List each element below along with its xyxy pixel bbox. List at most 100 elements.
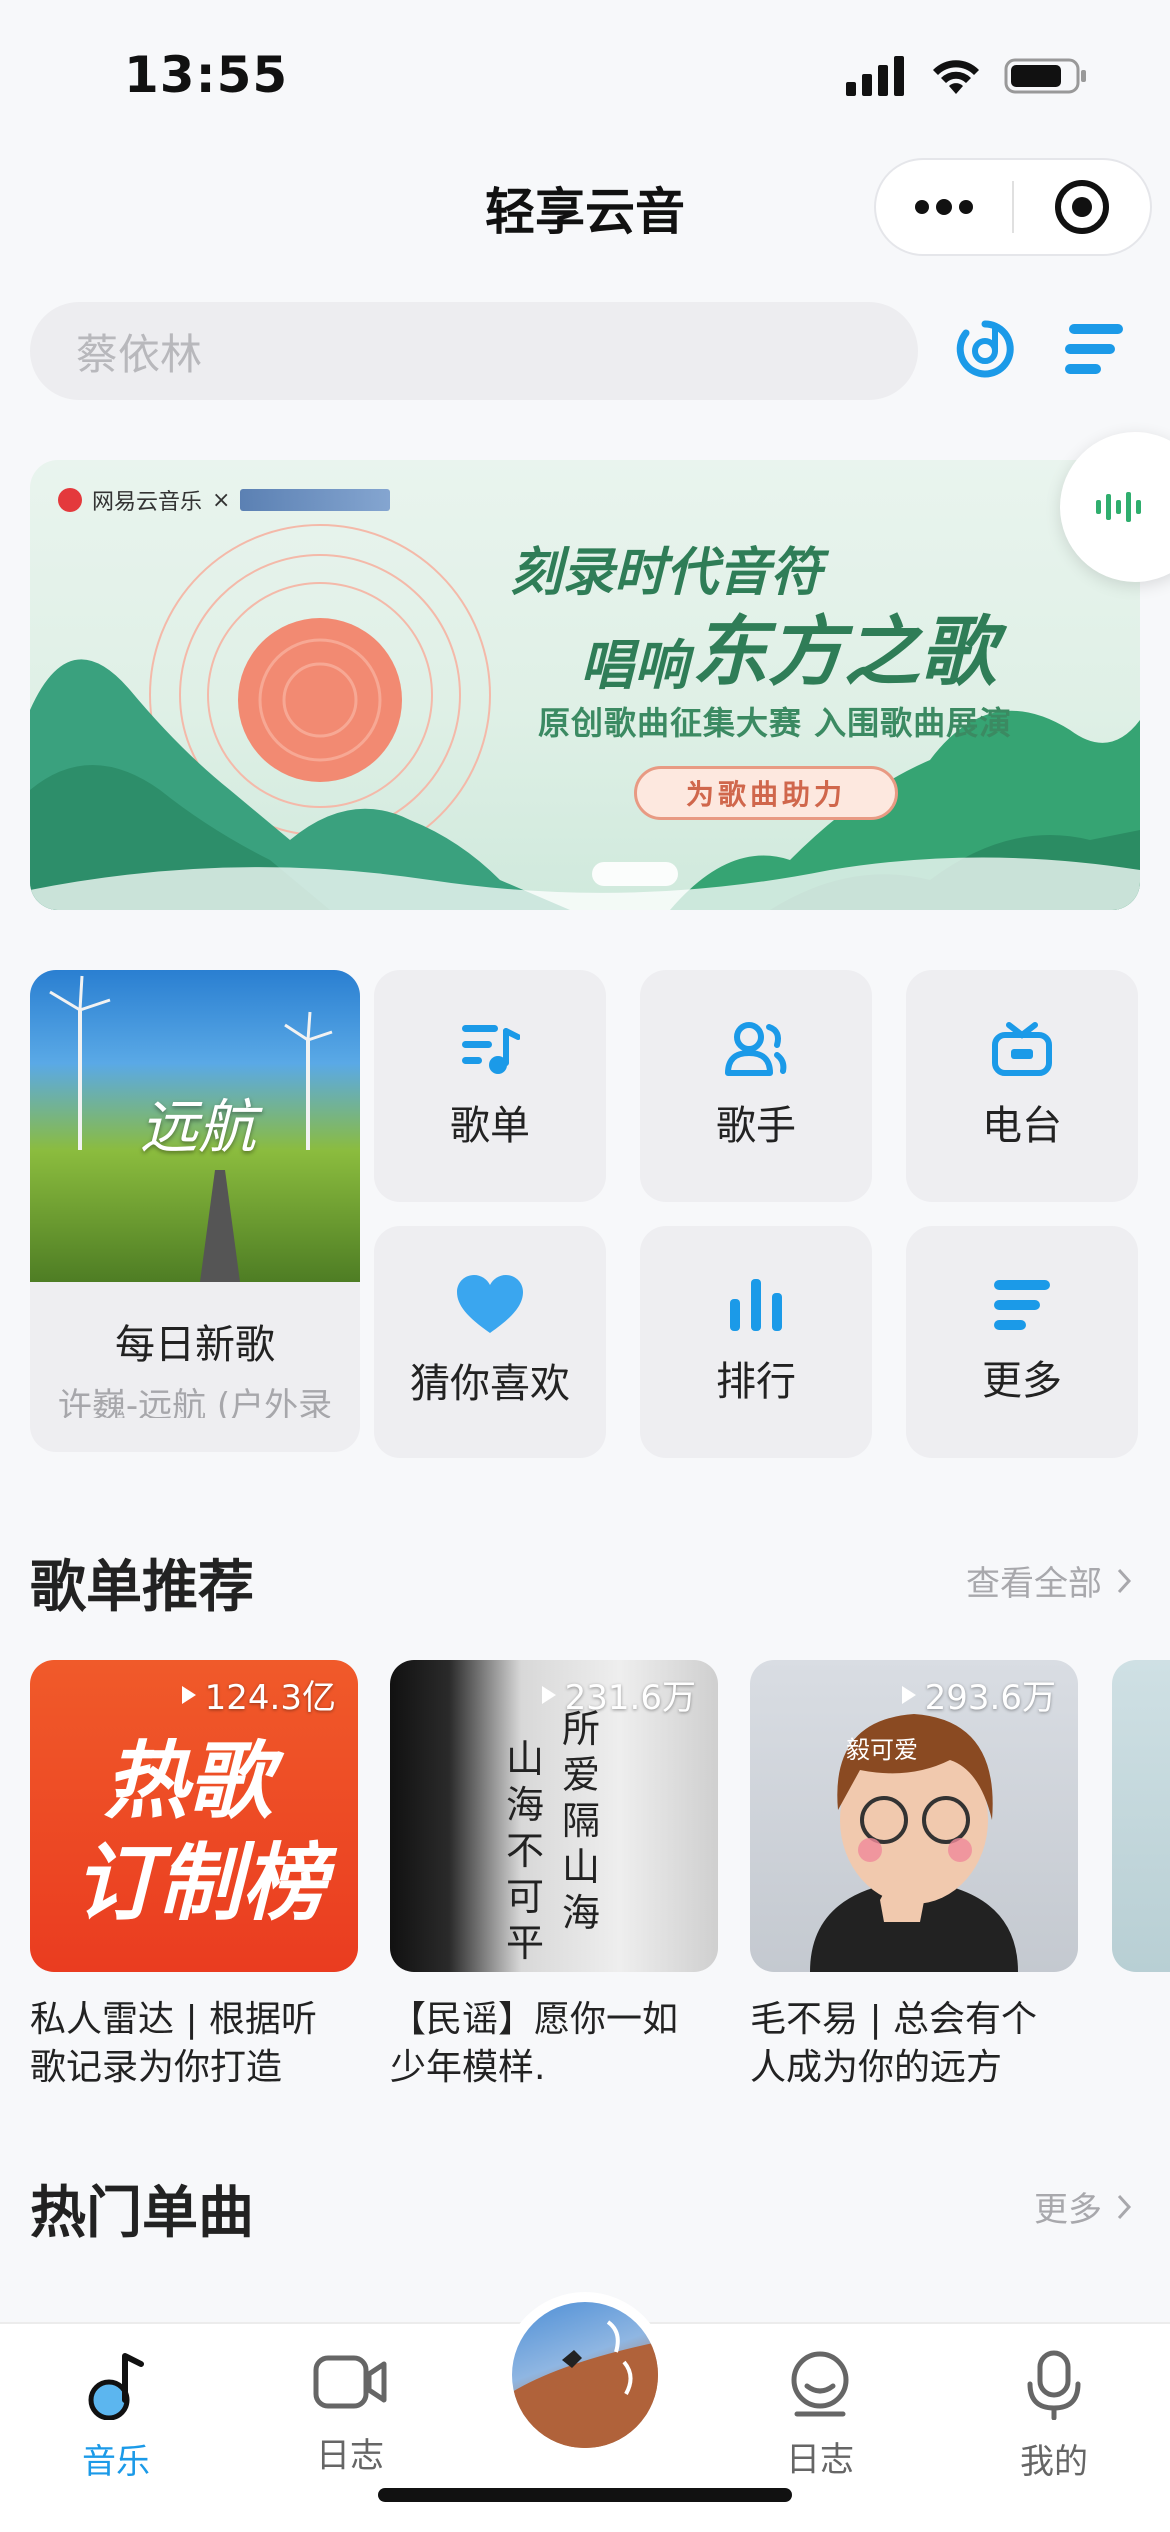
banner-cta-button[interactable]: 为歌曲助力 (634, 766, 898, 820)
tile-chart[interactable]: 排行 (640, 1226, 872, 1458)
tile-chart-label: 排行 (716, 1359, 796, 1405)
mini-program-capsule (874, 158, 1152, 256)
cover-title-2: 山海不可平 (506, 1737, 545, 1965)
promo-banner[interactable]: 网易云音乐 × 刻录时代音符 唱响 东方之歌 原创歌曲征集大赛 入围歌曲展演 为… (30, 460, 1140, 910)
target-icon (1055, 180, 1109, 234)
play-icon (901, 1685, 916, 1704)
banner-logos: 网易云音乐 × (58, 484, 391, 516)
cover-title-2: 订制榜 (74, 1834, 327, 1932)
tile-more-label: 更多 (982, 1358, 1062, 1404)
chevron-right-icon (1117, 2194, 1132, 2219)
tile-more[interactable]: 更多 (906, 1226, 1138, 1458)
tile-playlist[interactable]: 歌单 (374, 970, 606, 1202)
tab-mine[interactable]: 我的 (984, 2350, 1124, 2483)
microphone-icon (1027, 2350, 1081, 2420)
playlist-section-title: 歌单推荐 (30, 1555, 254, 1620)
playlist-card-partial[interactable] (1112, 1660, 1170, 1972)
tile-singer-label: 歌手 (716, 1103, 796, 1149)
daily-new-songs-card[interactable]: 远航 每日新歌 许巍-远航 (户外录 (30, 970, 360, 1452)
tab-music[interactable]: 音乐 (46, 2350, 186, 2483)
search-input[interactable]: 蔡依林 (30, 302, 918, 400)
netease-logo-icon (58, 488, 82, 512)
tile-radio[interactable]: 电台 (906, 970, 1138, 1202)
tab-video-log[interactable]: 日志 (280, 2350, 420, 2477)
chevron-right-icon (1117, 1568, 1132, 1593)
now-playing-disc[interactable] (502, 2292, 668, 2458)
playlist-title-line-1: 私人雷达 | 根据听 (30, 1999, 318, 2040)
play-count-value: 124.3亿 (204, 1678, 336, 1718)
home-indicator (378, 2488, 792, 2502)
cover-title-1: 毅可爱 (846, 1736, 918, 1764)
play-icon (541, 1685, 556, 1704)
dots-icon (915, 199, 973, 215)
daily-cover-text: 远航 (140, 1093, 257, 1161)
banner-headline-2-prefix: 唱响 (580, 633, 688, 697)
cover-title-1: 所爱隔山海 (562, 1707, 601, 1935)
more-icon (994, 1280, 1050, 1330)
more-label: 更多 (1034, 2190, 1102, 2230)
partner-logo-icon (240, 489, 391, 511)
playlist-title-line-1: 【民谣】愿你一如 (390, 1999, 679, 2040)
battery-icon (1004, 58, 1086, 94)
menu-button[interactable] (1060, 314, 1130, 384)
tab-video-label: 日志 (316, 2436, 384, 2476)
playlist-cover: 热歌 订制榜 124.3亿 (30, 1660, 358, 1972)
playlist-cover: 所爱隔山海 山海不可平 231.6万 (390, 1660, 718, 1972)
music-note-icon (88, 2353, 144, 2420)
playlist-title-line-1: 毛不易 | 总会有个 (750, 1999, 1038, 2040)
tile-playlist-label: 歌单 (450, 1103, 530, 1149)
playlist-card[interactable]: 热歌 订制榜 124.3亿 私人雷达 | 根据听 歌记录为你打造 (30, 1660, 358, 2092)
tile-radio-label: 电台 (982, 1103, 1062, 1149)
view-all-label: 查看全部 (966, 1564, 1102, 1604)
recognize-icon (956, 320, 1014, 378)
signal-icon (846, 56, 904, 96)
play-count: 231.6万 (541, 1670, 696, 1719)
more-options-button[interactable] (876, 160, 1012, 254)
tab-music-label: 音乐 (82, 2442, 150, 2482)
banner-headline-2-big: 东方之歌 (692, 607, 996, 696)
playlist-card[interactable]: 所爱隔山海 山海不可平 231.6万 【民谣】愿你一如 少年模样. (390, 1660, 718, 2092)
banner-logo-sep: × (212, 487, 231, 513)
play-icon (181, 1685, 196, 1704)
tab-mine-label: 我的 (1020, 2442, 1088, 2482)
play-count-value: 231.6万 (564, 1678, 696, 1718)
video-icon (313, 2355, 387, 2409)
view-all-playlists-link[interactable]: 查看全部 (966, 1556, 1132, 1605)
radio-icon (992, 1022, 1052, 1076)
heart-icon (457, 1275, 523, 1333)
hot-songs-section-title: 热门单曲 (30, 2181, 254, 2246)
banner-logo-text: 网易云音乐 (92, 490, 203, 515)
recognize-music-button[interactable] (950, 314, 1020, 384)
search-placeholder: 蔡依林 (76, 329, 203, 379)
play-count: 124.3亿 (181, 1670, 336, 1719)
more-hot-songs-link[interactable]: 更多 (1034, 2182, 1132, 2231)
playlist-icon (462, 1025, 520, 1074)
playlist-card[interactable]: 毅可爱 293.6万 毛不易 | 总会有个 人成为你的远方 (750, 1660, 1078, 2092)
banner-headline-2: 唱响 东方之歌 (580, 590, 996, 700)
playlist-title-line-2: 歌记录为你打造 (30, 2047, 283, 2088)
status-bar: 13:55 (0, 0, 1170, 140)
wifi-icon (933, 60, 979, 94)
close-program-button[interactable] (1014, 160, 1150, 254)
playlist-title-line-2: 人成为你的远方 (750, 2047, 1003, 2088)
daily-cover-image: 远航 (30, 970, 360, 1282)
chart-icon (730, 1279, 782, 1331)
playlist-title-line-2: 少年模样. (390, 2047, 546, 2088)
daily-subtitle: 许巍-远航 (户外录 (57, 1386, 333, 1418)
tab-face-log[interactable]: 日志 (750, 2350, 890, 2481)
play-count-value: 293.6万 (924, 1678, 1056, 1718)
tile-singer[interactable]: 歌手 (640, 970, 872, 1202)
play-count: 293.6万 (901, 1670, 1056, 1719)
daily-title: 每日新歌 (115, 1322, 275, 1368)
banner-subtitle: 原创歌曲征集大赛 入围歌曲展演 (538, 704, 1013, 742)
tab-face-label: 日志 (786, 2440, 854, 2480)
tile-guess-you-like[interactable]: 猜你喜欢 (374, 1226, 606, 1458)
playlist-cover: 毅可爱 293.6万 (750, 1660, 1078, 1972)
menu-lines-icon (1065, 324, 1123, 374)
disc-artwork (512, 2320, 658, 2448)
status-time: 13:55 (124, 46, 289, 104)
tile-guess-label: 猜你喜欢 (410, 1361, 570, 1407)
status-icons (846, 56, 1088, 96)
sound-wave-icon (1096, 492, 1141, 522)
now-playing-cover (512, 2302, 658, 2448)
